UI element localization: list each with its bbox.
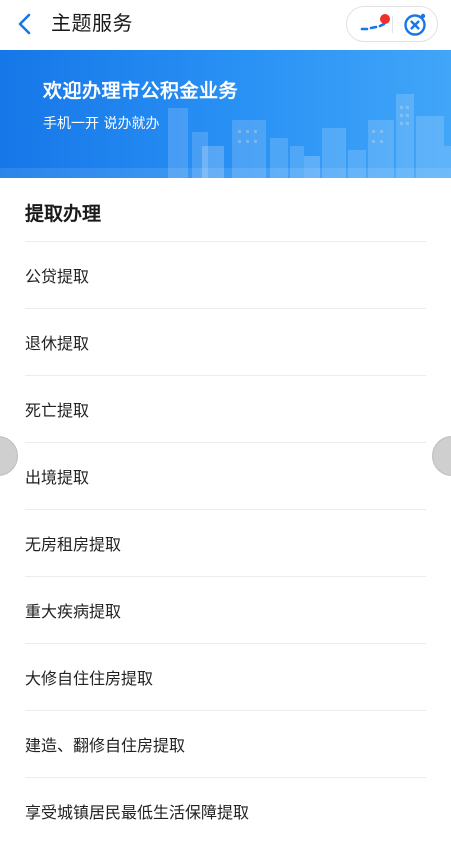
list-item-minimum-living-security-withdrawal[interactable]: 享受城镇居民最低生活保障提取 xyxy=(25,777,426,844)
close-button[interactable] xyxy=(402,12,428,38)
close-circle-icon xyxy=(404,13,426,36)
list-item-public-loan-withdrawal[interactable]: 公贷提取 xyxy=(25,241,426,308)
list-item-serious-illness-withdrawal[interactable]: 重大疾病提取 xyxy=(25,576,426,643)
banner-subtitle: 手机一开 说办就办 xyxy=(43,116,160,132)
page-title: 主题服务 xyxy=(51,11,133,35)
mini-program-capsule xyxy=(346,6,438,42)
right-scroll-handle[interactable] xyxy=(432,436,451,476)
top-nav-bar: 主题服务 xyxy=(0,0,451,50)
more-button[interactable] xyxy=(357,11,391,38)
banner-title: 欢迎办理市公积金业务 xyxy=(43,80,239,102)
welcome-banner: 欢迎办理市公积金业务 手机一开 说办就办 xyxy=(0,50,451,178)
list-item-renting-withdrawal[interactable]: 无房租房提取 xyxy=(25,509,426,576)
section-title: 提取办理 xyxy=(25,203,102,225)
withdrawal-list: 公贷提取 退休提取 死亡提取 出境提取 无房租房提取 重大疾病提取 大修自住住房… xyxy=(25,241,426,844)
left-scroll-handle[interactable] xyxy=(0,436,18,476)
list-item-major-repair-withdrawal[interactable]: 大修自住住房提取 xyxy=(25,643,426,710)
chevron-left-icon xyxy=(18,13,31,35)
more-dots-icon xyxy=(360,14,390,31)
notification-dot xyxy=(380,14,390,24)
capsule-divider xyxy=(392,16,393,33)
back-button[interactable] xyxy=(10,8,40,40)
list-item-death-withdrawal[interactable]: 死亡提取 xyxy=(25,375,426,442)
list-item-build-renovate-withdrawal[interactable]: 建造、翻修自住房提取 xyxy=(25,710,426,777)
list-item-emigration-withdrawal[interactable]: 出境提取 xyxy=(25,442,426,509)
list-item-retirement-withdrawal[interactable]: 退休提取 xyxy=(25,308,426,375)
